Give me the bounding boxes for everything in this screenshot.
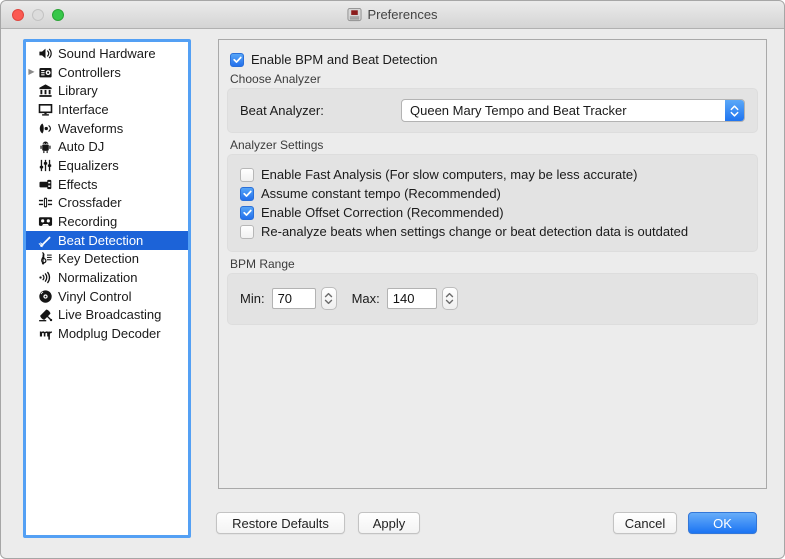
sidebar-item-label: Modplug Decoder [58,326,161,341]
sidebar-item-label: Effects [58,177,98,192]
enable-fast-analysis-for-slow-computers--checkbox[interactable] [240,168,254,182]
sidebar-item-label: Beat Detection [58,233,143,248]
option-row-enable-offset-correction-recommended: Enable Offset Correction (Recommended) [240,203,745,222]
apply-button[interactable]: Apply [358,512,420,534]
traffic-lights [12,9,64,21]
equalizer-icon [37,157,53,173]
zoom-button[interactable] [52,9,64,21]
sidebar-item-label: Vinyl Control [58,289,131,304]
sidebar-item-beat-detection[interactable]: Beat Detection [26,231,188,250]
bpm-min-input[interactable] [272,288,316,309]
minimize-button [32,9,44,21]
enable-bpm-checkbox[interactable] [230,53,244,67]
waveform-icon [37,120,53,136]
sidebar-item-crossfader[interactable]: Crossfader [26,194,188,213]
sidebar-item-modplug-decoder[interactable]: Modplug Decoder [26,324,188,343]
sidebar-item-label: Auto DJ [58,139,104,154]
soundwave-icon [37,270,53,286]
sidebar-item-label: Controllers [58,65,121,80]
speaker-icon [37,45,53,61]
sidebar-item-label: Normalization [58,270,137,285]
robot-icon [37,139,53,155]
sidebar-item-vinyl-control[interactable]: Vinyl Control [26,287,188,306]
drumstick-icon [37,232,53,248]
cancel-button[interactable]: Cancel [613,512,677,534]
option-row-enable-fast-analysis-for-slow-computers-: Enable Fast Analysis (For slow computers… [240,165,745,184]
bpm-max-stepper[interactable] [442,287,458,310]
re-analyze-beats-when-settings-change-or-checkbox[interactable] [240,225,254,239]
sidebar-item-effects[interactable]: Effects [26,175,188,194]
option-row-re-analyze-beats-when-settings-change-or: Re-analyze beats when settings change or… [240,222,745,241]
sidebar-item-waveforms[interactable]: Waveforms [26,119,188,138]
analyzer-settings-title: Analyzer Settings [230,138,758,152]
sidebar-item-label: Live Broadcasting [58,307,161,322]
sidebar-item-sound-hardware[interactable]: Sound Hardware [26,44,188,63]
option-label: Enable Offset Correction (Recommended) [261,205,504,220]
music-key-icon [37,251,53,267]
sidebar-item-key-detection[interactable]: Key Detection [26,250,188,269]
sidebar-item-normalization[interactable]: Normalization [26,268,188,287]
bpm-range-group: BPM Range Min: Max: [227,257,758,325]
preferences-window: Preferences Sound Hardware ▶ Controllers Li… [0,0,785,559]
sidebar-item-recording[interactable]: Recording [26,212,188,231]
close-button[interactable] [12,9,24,21]
window-title: Preferences [347,7,437,22]
controller-icon [37,64,53,80]
option-label: Enable Fast Analysis (For slow computers… [261,167,637,182]
title-bar: Preferences [1,1,784,29]
analyzer-settings-group: Analyzer Settings Enable Fast Analysis (… [227,138,758,252]
crossfader-icon [37,195,53,211]
beat-detection-panel: Enable BPM and Beat Detection Choose Ana… [218,39,767,489]
bpm-min-stepper[interactable] [321,287,337,310]
enable-offset-correction-recommended-checkbox[interactable] [240,206,254,220]
sidebar-item-interface[interactable]: Interface [26,100,188,119]
choose-analyzer-title: Choose Analyzer [230,72,758,86]
option-label: Re-analyze beats when settings change or… [261,224,688,239]
beat-analyzer-selected-option: Queen Mary Tempo and Beat Tracker [402,103,725,118]
sidebar-item-label: Waveforms [58,121,123,136]
option-label: Assume constant tempo (Recommended) [261,186,501,201]
bpm-max-label: Max: [352,291,380,306]
analyzer-options: Enable Fast Analysis (For slow computers… [227,154,758,252]
satellite-icon [37,307,53,323]
sidebar-item-label: Equalizers [58,158,119,173]
sidebar-item-label: Interface [58,102,109,117]
sidebar-item-auto-dj[interactable]: Auto DJ [26,137,188,156]
sidebar-item-controllers[interactable]: ▶ Controllers [26,63,188,82]
disclosure-triangle-icon[interactable]: ▶ [26,68,37,76]
window-title-text: Preferences [367,7,437,22]
option-row-assume-constant-tempo-recommended: Assume constant tempo (Recommended) [240,184,745,203]
effects-icon [37,176,53,192]
choose-analyzer-group: Choose Analyzer Beat Analyzer: Queen Mar… [227,72,758,133]
vinyl-icon [37,288,53,304]
beat-analyzer-select[interactable]: Queen Mary Tempo and Beat Tracker [401,99,745,122]
select-chevrons-icon [725,100,744,121]
sidebar-item-label: Library [58,83,98,98]
library-icon [37,83,53,99]
enable-bpm-label: Enable BPM and Beat Detection [251,52,437,67]
sidebar-item-live-broadcasting[interactable]: Live Broadcasting [26,306,188,325]
beat-analyzer-label: Beat Analyzer: [240,103,401,118]
sidebar-item-equalizers[interactable]: Equalizers [26,156,188,175]
sidebar-list: Sound Hardware ▶ Controllers Library Interfa… [26,44,188,343]
cassette-icon [37,214,53,230]
monitor-icon [37,101,53,117]
sidebar-item-label: Recording [58,214,117,229]
restore-defaults-button[interactable]: Restore Defaults [216,512,345,534]
sidebar-item-label: Key Detection [58,251,139,266]
bpm-range-title: BPM Range [230,257,758,271]
modplug-icon [37,326,53,342]
bpm-max-input[interactable] [387,288,437,309]
bpm-min-label: Min: [240,291,265,306]
sidebar-item-library[interactable]: Library [26,81,188,100]
sidebar-item-label: Sound Hardware [58,46,156,61]
sidebar: Sound Hardware ▶ Controllers Library Interfa… [23,39,191,538]
sidebar-item-label: Crossfader [58,195,122,210]
enable-bpm-row: Enable BPM and Beat Detection [230,52,766,67]
app-icon [347,7,362,22]
ok-button[interactable]: OK [688,512,757,534]
assume-constant-tempo-recommended-checkbox[interactable] [240,187,254,201]
